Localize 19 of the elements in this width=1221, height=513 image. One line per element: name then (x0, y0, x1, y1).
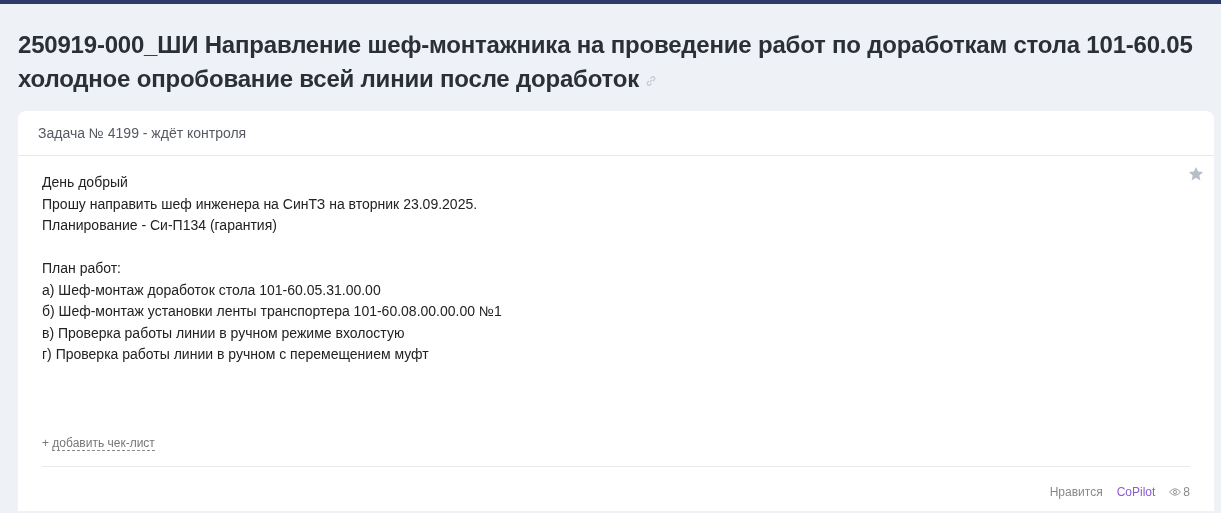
view-count: 8 (1183, 485, 1190, 499)
body-line: Прошу направить шеф инженера на СинТЗ на вторник 23.09.2025. (42, 194, 479, 214)
body-line: а) Шеф-монтаж доработок стола 101-60.05.31.00.00 (42, 280, 382, 300)
like-link[interactable]: Нравится (1049, 485, 1103, 499)
body-line: День добрый (42, 173, 129, 192)
page-title: холодное опробование всей линии после доработок (18, 64, 640, 94)
task-status: Задача № 4199 - ждёт контроля (18, 111, 1214, 156)
body-line: г) Проверка работы линии в ручном с перемещением муфт (42, 345, 430, 364)
copilot-link[interactable]: CoPilot (1116, 485, 1156, 499)
star-icon[interactable] (1188, 166, 1204, 182)
body-line: Планирование - Си-П134 (гарантия) (42, 216, 278, 235)
eye-icon (1169, 488, 1182, 496)
add-checklist-link[interactable]: добавить чек-лист (52, 436, 155, 451)
page-title: 250919-000_ШИ Направление шеф-монтажника на проведение работ по доработкам стола 101-60.05 (18, 30, 1193, 60)
plus-sign: + (42, 436, 49, 450)
link-icon[interactable] (645, 75, 658, 87)
body-line: б) Шеф-монтаж установки ленты транспортера 101-60.08.00.00.00 №1 (42, 302, 503, 321)
body-line: План работ: (42, 259, 122, 278)
body-line: в) Проверка работы линии в ручном режиме вхолостую (42, 323, 406, 343)
